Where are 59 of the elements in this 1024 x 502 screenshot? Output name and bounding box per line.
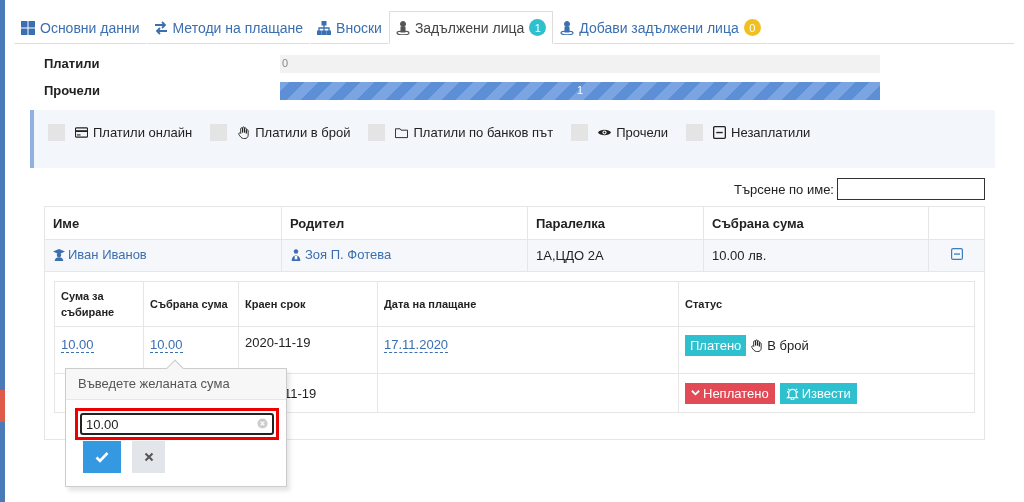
credit-card-icon [75, 125, 88, 139]
person-icon [395, 20, 410, 35]
editable-date[interactable]: 17.11.2020 [384, 337, 449, 353]
editable-amount[interactable]: 10.00 [150, 337, 183, 353]
status-dropdown[interactable]: Неплатено [685, 382, 775, 404]
filter-label: Платили онлайн [93, 124, 193, 140]
progress-value: 0 [282, 56, 289, 69]
column-header: Паралелка [527, 206, 704, 240]
collapse-icon[interactable] [950, 248, 963, 260]
folder-icon [395, 125, 409, 139]
count-badge: 0 [743, 19, 761, 36]
column-header: Родител [281, 206, 528, 240]
confirm-button[interactable] [83, 441, 121, 473]
check-icon [95, 451, 109, 463]
sitemap-icon [317, 20, 332, 35]
tab[interactable]: Задължени лица 1 [388, 11, 554, 44]
column-header: Събрана сума [703, 206, 929, 240]
hand-icon [750, 339, 764, 352]
caret-icon [691, 389, 700, 397]
table-cell: 2020-11-19 [245, 335, 311, 350]
filter-label: Прочели [616, 124, 669, 140]
progress-label: Платили [44, 56, 101, 71]
column-header: Краен срок [238, 281, 378, 327]
bell-icon [785, 386, 799, 400]
column-header: Статус [678, 281, 975, 327]
close-icon [143, 452, 154, 462]
amount-field[interactable]: 10.00 [80, 413, 274, 435]
people-icon [290, 248, 302, 261]
clear-icon[interactable] [257, 418, 268, 429]
person-icon [560, 20, 575, 35]
table-cell: 10.00 лв. [703, 239, 929, 272]
progress-label: Прочели [44, 83, 101, 98]
column-header: Име [44, 206, 282, 240]
status-label: Платено [685, 335, 747, 356]
editable-amount[interactable]: 10.00 [61, 337, 94, 353]
grid-icon [21, 20, 35, 35]
graduate-icon [53, 248, 65, 261]
filter-label: Платили по банков път [413, 124, 554, 140]
minus-square-icon [713, 125, 727, 139]
cancel-button[interactable] [132, 441, 165, 473]
tab[interactable]: Основни данни [14, 11, 147, 44]
column-header: Събрана сума [143, 281, 239, 327]
filter-label: Платили в брой [255, 124, 351, 140]
count-badge: 1 [529, 19, 547, 36]
search-field[interactable] [837, 178, 985, 200]
column-header: Сума за събиране [54, 281, 144, 327]
tab[interactable]: Методи на плащане [146, 11, 311, 44]
progress-value: 1 [576, 83, 584, 96]
search-label: Търсене по име: [734, 181, 834, 197]
tab[interactable]: Добави задължени лица 0 [553, 11, 768, 44]
popover-title: Въведете желаната сума [66, 369, 286, 400]
column-header: Дата на плащане [377, 281, 679, 327]
hand-icon [237, 125, 251, 139]
payment-method: В брой [767, 338, 809, 353]
filter-label: Незаплатили [731, 124, 811, 140]
exchange-icon [153, 20, 168, 35]
table-cell: 1А,ЦДО 2А [527, 239, 704, 272]
tab[interactable]: Вноски [310, 11, 389, 44]
student-link[interactable]: Иван Иванов [53, 247, 147, 263]
